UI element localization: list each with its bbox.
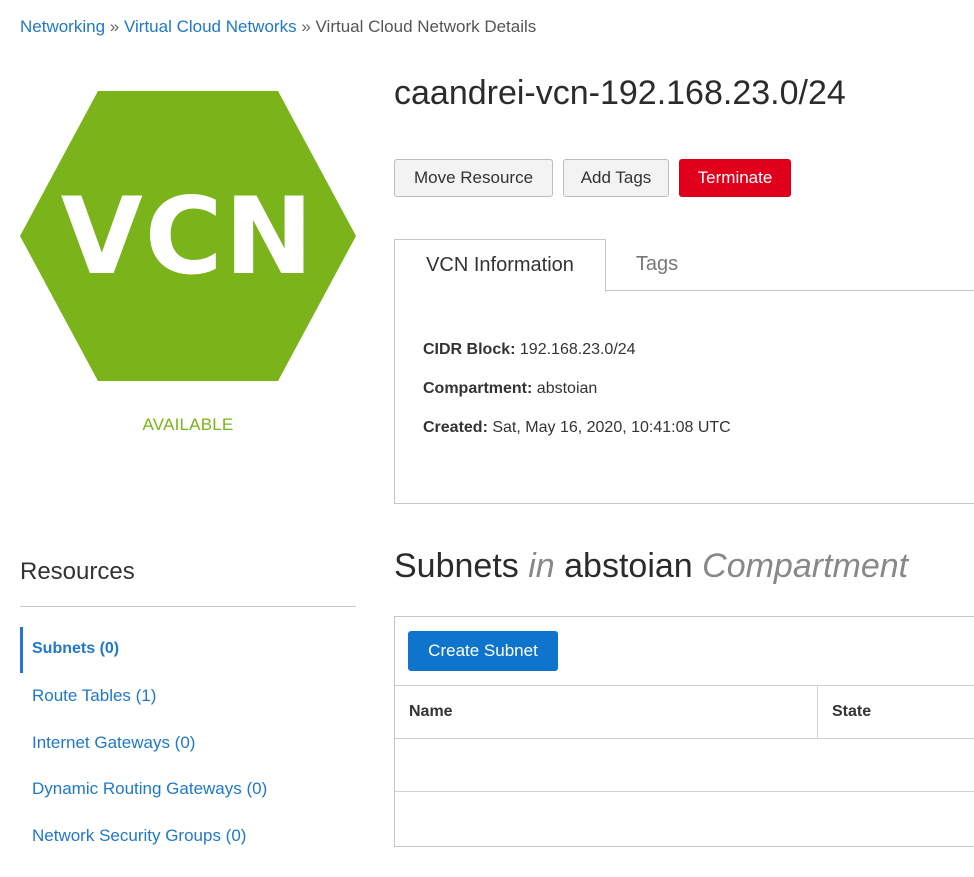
breadcrumb: Networking » Virtual Cloud Networks » Vi… [20,17,536,37]
sidebar-item-dynamic-routing-gateways[interactable]: Dynamic Routing Gateways (0) [32,779,267,799]
created-value: Sat, May 16, 2020, 10:41:08 UTC [492,419,731,436]
active-item-indicator [20,627,23,673]
column-header-state[interactable]: State [832,686,871,738]
cidr-block-row: CIDR Block: 192.168.23.0/24 [423,341,636,359]
compartment-label: Compartment: [423,380,533,397]
tab-tags[interactable]: Tags [612,239,702,289]
cidr-block-value: 192.168.23.0/24 [519,341,636,358]
compartment-value: abstoian [536,380,598,397]
column-divider [817,686,818,738]
create-subnet-button[interactable]: Create Subnet [408,631,558,671]
cidr-block-label: CIDR Block: [423,341,516,358]
column-header-name[interactable]: Name [409,686,453,738]
breadcrumb-current: Virtual Cloud Network Details [315,17,537,36]
breadcrumb-vcns-link[interactable]: Virtual Cloud Networks [124,17,297,36]
sidebar-item-network-security-groups[interactable]: Network Security Groups (0) [32,826,246,846]
breadcrumb-separator: » [301,17,311,36]
created-label: Created: [423,419,488,436]
vcn-information-panel: CIDR Block: 192.168.23.0/24 Compartment:… [394,290,974,504]
subnets-heading-suffix: Compartment [702,547,909,585]
sidebar-item-route-tables[interactable]: Route Tables (1) [32,686,156,706]
created-row: Created: Sat, May 16, 2020, 10:41:08 UTC [423,419,731,437]
subnets-heading-compartment: abstoian [564,547,693,585]
status-badge: AVAILABLE [142,415,234,434]
tab-vcn-information[interactable]: VCN Information [394,239,606,292]
subnets-table-panel: Create Subnet Name State [394,616,974,847]
page-title: caandrei-vcn-192.168.23.0/24 [394,74,846,112]
subnets-heading-word: Subnets [394,547,519,585]
subnets-heading: Subnets in abstoian Compartment [394,547,908,586]
resources-title: Resources [20,558,135,585]
subnets-heading-in: in [528,547,555,585]
breadcrumb-separator: » [109,17,120,36]
sidebar-item-subnets[interactable]: Subnets (0) [32,640,119,658]
table-header-top-border [395,685,974,686]
sidebar-item-internet-gateways[interactable]: Internet Gateways (0) [32,733,195,753]
add-tags-button[interactable]: Add Tags [563,159,669,197]
table-empty-row-border [395,791,974,792]
breadcrumb-networking-link[interactable]: Networking [20,17,105,36]
table-header-bottom-border [395,738,974,739]
compartment-row: Compartment: abstoian [423,380,597,398]
resources-divider [20,606,356,607]
move-resource-button[interactable]: Move Resource [394,159,553,197]
vcn-icon-label: VCN [61,175,316,298]
terminate-button[interactable]: Terminate [679,159,791,197]
vcn-hexagon-icon: VCN [20,91,356,381]
